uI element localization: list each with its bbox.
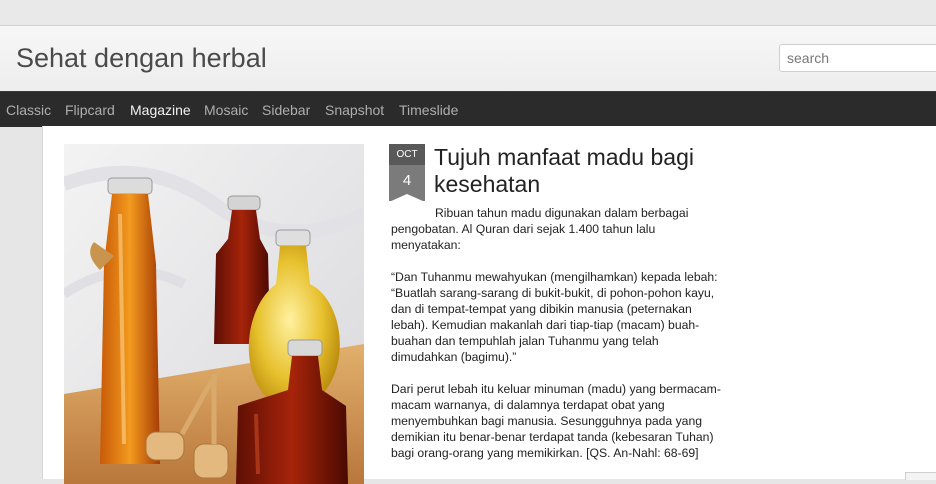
post-body: Ribuan tahun madu digunakan dalam berbag… xyxy=(391,205,726,477)
search-input[interactable] xyxy=(779,44,936,72)
blog-header: Sehat dengan herbal xyxy=(0,26,936,91)
post-date-day: 4 xyxy=(389,165,425,202)
post-paragraph: Ribuan tahun madu digunakan dalam berbag… xyxy=(391,206,689,252)
honey-bottles-image[interactable] xyxy=(64,144,364,484)
post-date-month: OCT xyxy=(389,144,425,165)
nav-item-flipcard[interactable]: Flipcard xyxy=(65,102,115,118)
post-date-badge: OCT 4 xyxy=(389,144,425,202)
post-title[interactable]: Tujuh manfaat madu bagi kesehatan xyxy=(434,144,734,198)
post-content-area: OCT 4 Tujuh manfaat madu bagi kesehatan … xyxy=(42,126,936,484)
nav-item-classic[interactable]: Classic xyxy=(6,102,51,118)
nav-item-sidebar[interactable]: Sidebar xyxy=(262,102,310,118)
browser-top-strip xyxy=(0,0,936,26)
nav-item-timeslide[interactable]: Timeslide xyxy=(399,102,458,118)
view-navbar: Classic Flipcard Magazine Mosaic Sidebar… xyxy=(0,91,936,127)
nav-item-snapshot[interactable]: Snapshot xyxy=(325,102,384,118)
post-paragraph: Dari perut lebah itu keluar minuman (mad… xyxy=(391,382,721,460)
nav-item-mosaic[interactable]: Mosaic xyxy=(204,102,248,118)
blog-title[interactable]: Sehat dengan herbal xyxy=(16,43,267,74)
post-paragraph: “Dan Tuhanmu mewahyukan (mengilhamkan) k… xyxy=(391,270,718,364)
nav-item-magazine[interactable]: Magazine xyxy=(130,102,191,118)
